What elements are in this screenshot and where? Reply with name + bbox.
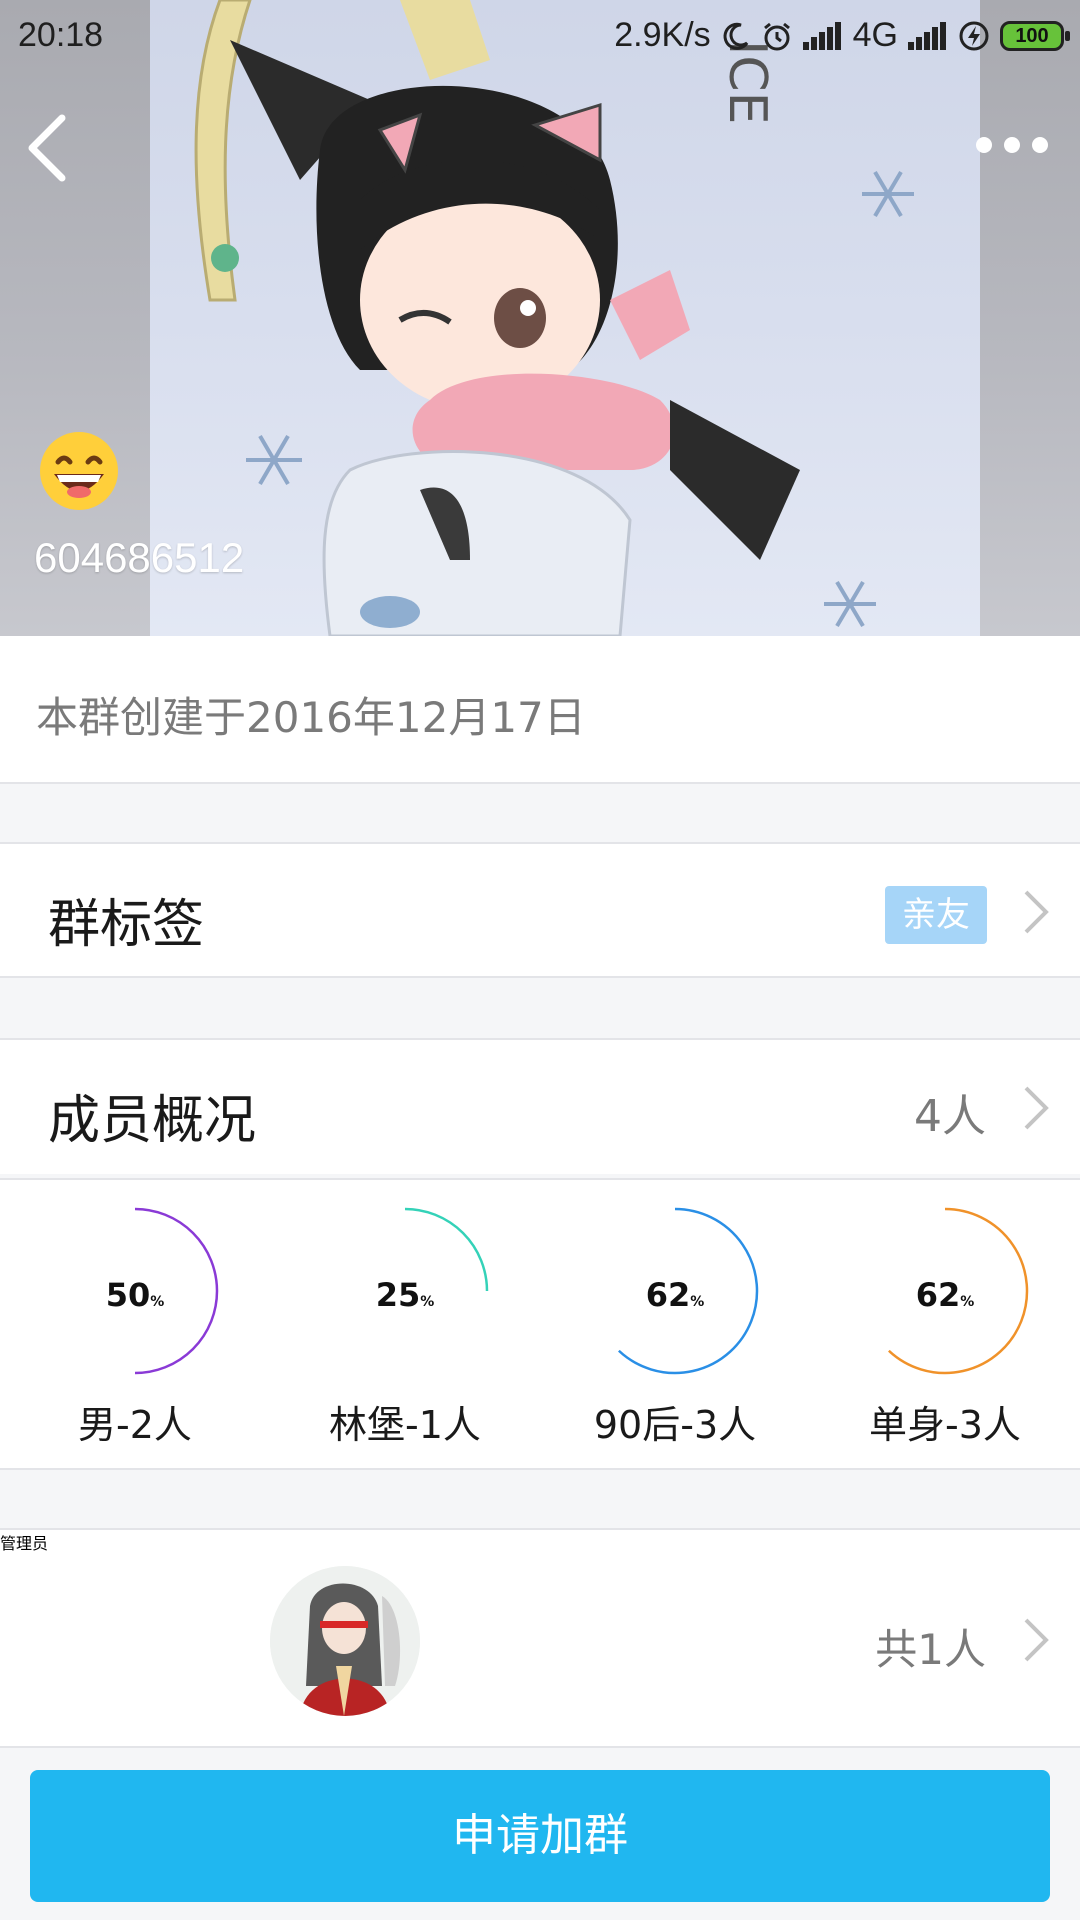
stat-percent: 25%	[375, 1276, 435, 1314]
group-cover-banner: ICE 20:18 2.9K/s 4G 100 604686512	[0, 0, 1080, 636]
stat-percent: 62%	[645, 1276, 705, 1314]
stat-label: 单身-3人	[869, 1403, 1021, 1447]
back-arrow-icon[interactable]	[18, 108, 78, 188]
chevron-right-icon	[1024, 1618, 1049, 1662]
stat-label: 男-2人	[78, 1403, 192, 1447]
chevron-right-icon	[1024, 890, 1049, 934]
tag-badge: 亲友	[885, 886, 987, 944]
group-tags-row[interactable]: 群标签 亲友	[0, 842, 1080, 978]
grinning-emoji-icon	[40, 432, 118, 510]
join-group-button[interactable]: 申请加群	[30, 1770, 1050, 1902]
members-overview-row[interactable]: 成员概况 4人	[0, 1038, 1080, 1174]
battery-icon: 100	[1000, 20, 1070, 51]
more-dots-icon[interactable]	[974, 130, 1050, 160]
stat-age: 62% 90后-3人	[540, 1180, 810, 1472]
admin-count: 共1人	[875, 1625, 986, 1674]
stat-gender: 50% 男-2人	[0, 1180, 270, 1472]
members-title: 成员概况	[48, 1091, 257, 1151]
created-date-text: 本群创建于2016年12月17日	[36, 693, 586, 742]
admin-title: 管理员	[0, 1534, 49, 1553]
net-speed: 2.9K/s	[614, 16, 711, 54]
charging-icon	[959, 21, 989, 50]
group-created-info: 本群创建于2016年12月17日	[0, 636, 1080, 784]
signal-icon-2	[908, 21, 948, 50]
members-count: 4人	[914, 1091, 986, 1142]
stat-percent: 50%	[105, 1276, 165, 1314]
signal-icon	[802, 21, 843, 50]
stat-single: 62% 单身-3人	[810, 1180, 1080, 1472]
member-stats: 50% 男-2人 25% 林堡-1人 62% 90后-3人 62% 单身-3人	[0, 1178, 1080, 1470]
moon-icon	[723, 22, 748, 50]
cover-illustration: ICE	[194, 0, 914, 636]
admin-avatar-image	[270, 1566, 420, 1716]
stat-label: 林堡-1人	[329, 1403, 481, 1447]
network-type: 4G	[852, 16, 898, 54]
tags-title: 群标签	[48, 895, 205, 955]
stat-label: 90后-3人	[593, 1403, 757, 1447]
group-id: 604686512	[34, 534, 245, 581]
status-time: 20:18	[18, 16, 104, 54]
stat-percent: 62%	[915, 1276, 975, 1314]
alarm-icon	[763, 22, 790, 50]
avatar[interactable]	[270, 1566, 420, 1716]
chevron-right-icon	[1024, 1086, 1049, 1130]
admin-row[interactable]: 管理员 共1人	[0, 1528, 1080, 1748]
status-bar: 20:18 2.9K/s 4G 100	[0, 0, 1080, 74]
stat-region: 25% 林堡-1人	[270, 1180, 540, 1472]
